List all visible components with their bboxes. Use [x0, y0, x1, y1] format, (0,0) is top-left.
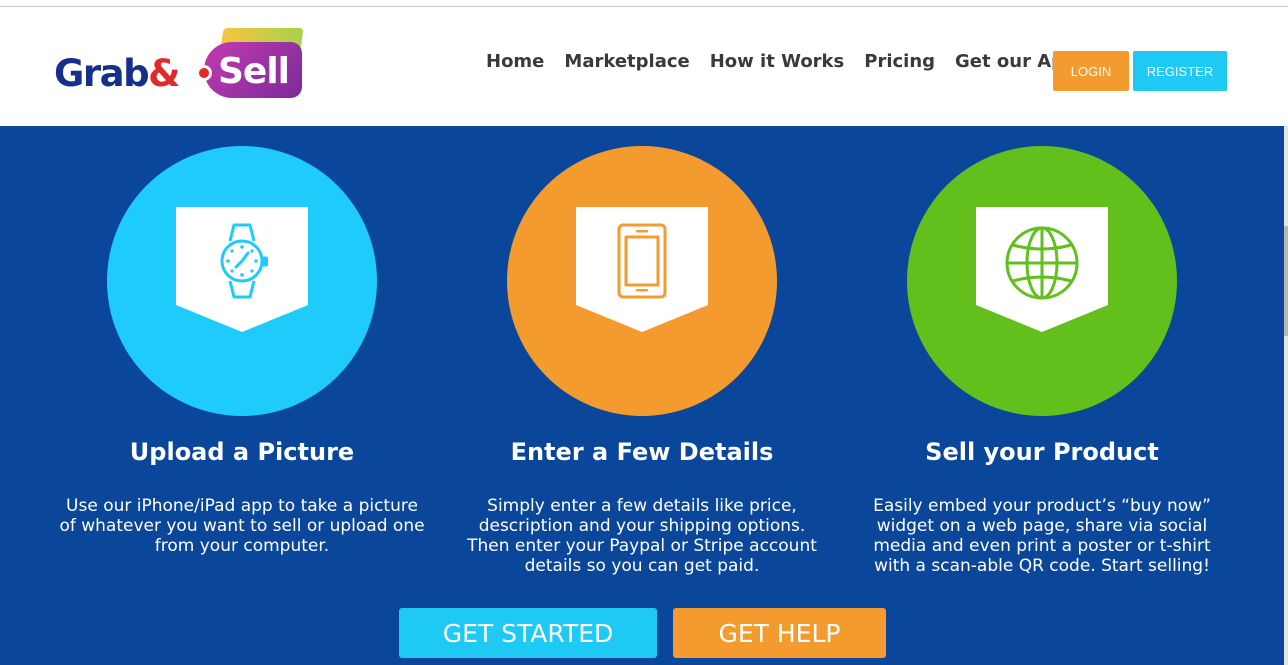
- logo-dot: [196, 65, 212, 81]
- step-2-title: Enter a Few Details: [510, 438, 774, 466]
- how-it-works-section: Upload a Picture Use our iPhone/iPad app…: [0, 126, 1284, 665]
- step-3-description: Easily embed your product’s “buy now” wi…: [873, 496, 1211, 576]
- nav-marketplace[interactable]: Marketplace: [564, 51, 689, 72]
- step-1-title: Upload a Picture: [129, 438, 355, 466]
- get-help-button[interactable]: GET HELP: [673, 608, 886, 658]
- logo-grab-text: Grab: [54, 52, 150, 95]
- get-started-button[interactable]: GET STARTED: [399, 608, 657, 658]
- scrollbar-thumb[interactable]: [1284, 226, 1288, 336]
- scrollbar-track[interactable]: [1284, 126, 1288, 665]
- globe-icon: [1005, 226, 1079, 300]
- step-1-description: Use our iPhone/iPad app to take a pictur…: [59, 496, 425, 556]
- logo-wordmark: Grab&: [54, 52, 180, 95]
- grab-and-sell-logo[interactable]: Grab& Sell: [54, 28, 304, 102]
- step-2-description: Simply enter a few details like price, d…: [467, 496, 817, 576]
- step-3-badge: [976, 207, 1108, 332]
- site-header: Grab& Sell Home Marketplace How it Works…: [0, 7, 1288, 126]
- logo-sell-text: Sell: [218, 51, 290, 92]
- register-button[interactable]: REGISTER: [1133, 51, 1227, 91]
- step-3-title: Sell your Product: [925, 438, 1159, 466]
- step-1-badge: [176, 207, 308, 332]
- nav-home[interactable]: Home: [486, 51, 544, 72]
- login-button[interactable]: LOGIN: [1053, 51, 1129, 91]
- watch-icon: [220, 223, 268, 299]
- tablet-icon: [617, 223, 667, 299]
- logo-amp-text: &: [148, 52, 180, 95]
- browser-top-border: [0, 0, 1288, 7]
- main-nav: Home Marketplace How it Works Pricing Ge…: [486, 51, 1097, 72]
- nav-how-it-works[interactable]: How it Works: [710, 51, 845, 72]
- nav-pricing[interactable]: Pricing: [864, 51, 935, 72]
- step-2-badge: [576, 207, 708, 332]
